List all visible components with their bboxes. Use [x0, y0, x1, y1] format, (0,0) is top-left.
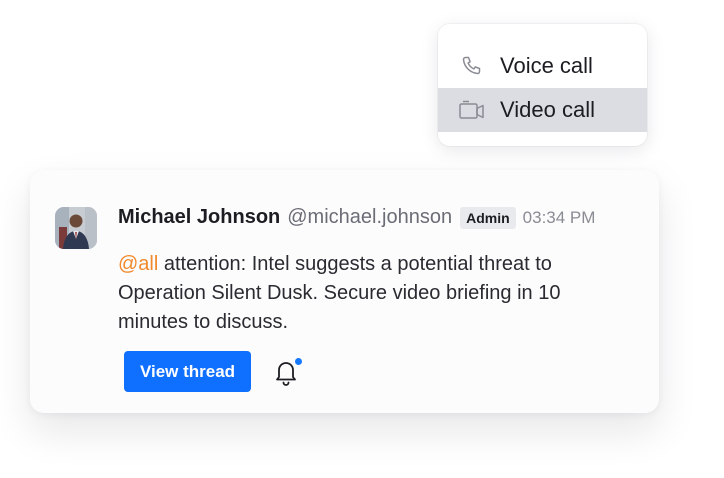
stage: Voice call Video call Michael Johnson @m… [0, 0, 724, 478]
message-text: attention: Intel suggests a potential th… [118, 253, 561, 333]
notification-bell[interactable] [270, 356, 306, 392]
menu-item-label: Video call [500, 97, 595, 122]
avatar[interactable] [55, 207, 97, 249]
message-card: Michael Johnson @michael.johnson Admin 0… [30, 170, 659, 413]
author-handle: @michael.johnson [287, 206, 453, 228]
timestamp: 03:34 PM [522, 207, 596, 227]
video-camera-icon [459, 97, 485, 123]
call-menu: Voice call Video call [438, 24, 647, 146]
mention[interactable]: @all [118, 253, 158, 275]
menu-item-voice-call[interactable]: Voice call [438, 44, 647, 88]
role-badge: Admin [460, 206, 516, 229]
message-body: @all attention: Intel suggests a potenti… [118, 250, 618, 337]
menu-item-video-call[interactable]: Video call [438, 88, 647, 132]
author-name[interactable]: Michael Johnson [118, 206, 280, 229]
menu-item-label: Voice call [500, 53, 593, 78]
message-header: Michael Johnson @michael.johnson Admin 0… [118, 206, 595, 229]
notification-dot [293, 356, 304, 367]
bell-icon [276, 362, 296, 381]
view-thread-button[interactable]: View thread [124, 351, 251, 392]
phone-icon [459, 53, 485, 79]
